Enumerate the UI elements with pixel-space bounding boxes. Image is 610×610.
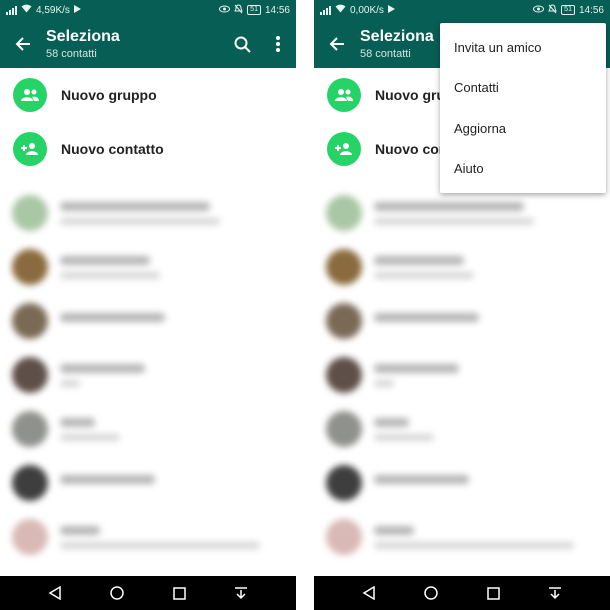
bell-off-icon — [234, 3, 243, 17]
list-item[interactable] — [326, 186, 610, 240]
list-item[interactable] — [12, 456, 296, 510]
avatar — [326, 465, 362, 501]
avatar — [12, 195, 48, 231]
circle-home-icon[interactable] — [110, 586, 125, 600]
list-item[interactable] — [326, 510, 610, 564]
avatar — [12, 519, 48, 555]
eye-icon — [219, 5, 231, 16]
avatar — [326, 249, 362, 285]
group-icon — [327, 78, 361, 112]
list-item[interactable] — [12, 240, 296, 294]
search-button[interactable] — [224, 20, 260, 68]
status-bar: 4,59K/s 51 14:56 — [0, 0, 296, 20]
contacts-list-blurred — [326, 186, 610, 564]
new-group-label: Nuovo gruppo — [61, 87, 157, 103]
list-item[interactable] — [12, 294, 296, 348]
menu-item-help[interactable]: Aiuto — [440, 149, 606, 190]
navigation-bar — [0, 576, 296, 610]
new-contact-row[interactable]: Nuovo contatto — [0, 122, 296, 176]
network-speed: 0,00K/s — [350, 4, 384, 16]
avatar — [326, 519, 362, 555]
signal-icon — [6, 5, 17, 15]
screen-left: 4,59K/s 51 14:56 Seleziona 58 contatti N… — [0, 0, 296, 610]
list-item[interactable] — [326, 294, 610, 348]
avatar — [12, 249, 48, 285]
list-item[interactable] — [326, 348, 610, 402]
play-icon — [73, 4, 81, 16]
group-icon — [13, 78, 47, 112]
square-recents-icon[interactable] — [486, 586, 500, 600]
more-options-button[interactable] — [260, 20, 296, 68]
avatar — [326, 411, 362, 447]
back-button[interactable] — [314, 20, 360, 68]
new-group-row[interactable]: Nuovo gruppo — [0, 68, 296, 122]
clock: 14:56 — [264, 4, 290, 16]
battery-icon: 51 — [247, 5, 261, 15]
more-vert-icon — [276, 36, 280, 52]
navigation-bar — [314, 576, 610, 610]
triangle-back-icon[interactable] — [48, 586, 62, 600]
circle-home-icon[interactable] — [424, 586, 439, 600]
signal-icon — [320, 5, 331, 15]
avatar — [326, 357, 362, 393]
search-icon — [234, 36, 251, 53]
eye-icon — [533, 5, 545, 16]
menu-item-invite[interactable]: Invita un amico — [440, 27, 606, 68]
overflow-menu: Invita un amico Contatti Aggiorna Aiuto — [440, 23, 606, 193]
play-icon — [387, 4, 395, 16]
list-item[interactable] — [12, 348, 296, 402]
back-button[interactable] — [0, 20, 46, 68]
wifi-icon — [21, 4, 32, 16]
page-title: Seleziona — [46, 28, 120, 45]
clock: 14:56 — [578, 4, 604, 16]
list-item[interactable] — [12, 186, 296, 240]
person-add-icon — [13, 132, 47, 166]
list-item[interactable] — [326, 402, 610, 456]
list-item[interactable] — [12, 402, 296, 456]
menu-item-refresh[interactable]: Aggiorna — [440, 108, 606, 149]
arrow-back-icon — [15, 37, 30, 51]
app-bar: Seleziona 58 contatti — [0, 20, 296, 68]
new-contact-label: Nuovo contatto — [61, 141, 164, 157]
list-item[interactable] — [12, 510, 296, 564]
screen-right: 0,00K/s 51 14:56 Seleziona 58 contatti N… — [314, 0, 610, 610]
avatar — [12, 411, 48, 447]
network-speed: 4,59K/s — [36, 4, 70, 16]
person-add-icon — [327, 132, 361, 166]
contacts-count: 58 contatti — [46, 48, 97, 60]
avatar — [12, 465, 48, 501]
triangle-back-icon[interactable] — [362, 586, 376, 600]
list-item[interactable] — [326, 240, 610, 294]
arrow-back-icon — [329, 37, 344, 51]
pull-down-icon[interactable] — [234, 586, 248, 600]
list-item[interactable] — [326, 456, 610, 510]
status-bar: 0,00K/s 51 14:56 — [314, 0, 610, 20]
bell-off-icon — [548, 3, 557, 17]
avatar — [12, 303, 48, 339]
avatar — [326, 195, 362, 231]
square-recents-icon[interactable] — [172, 586, 186, 600]
contacts-list-blurred — [12, 186, 296, 564]
pull-down-icon[interactable] — [548, 586, 562, 600]
avatar — [12, 357, 48, 393]
battery-icon: 51 — [561, 5, 575, 15]
wifi-icon — [335, 4, 346, 16]
avatar — [326, 303, 362, 339]
menu-item-contacts[interactable]: Contatti — [440, 68, 606, 109]
